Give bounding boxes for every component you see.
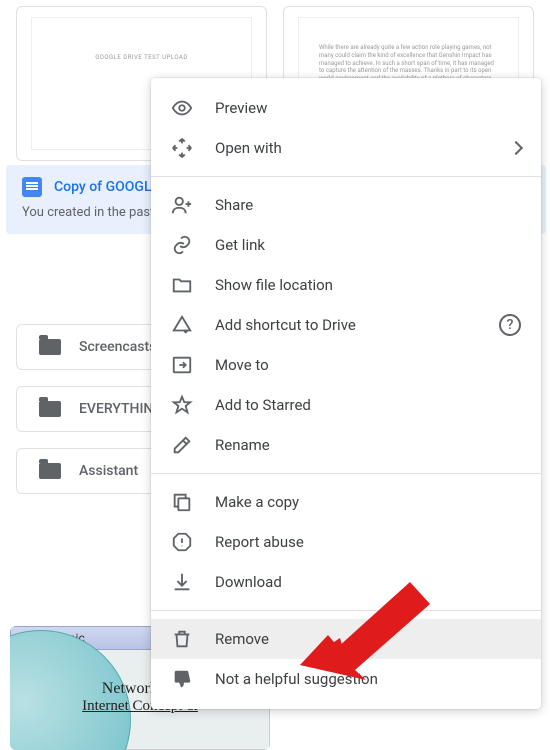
menu-item-label: Add to Starred xyxy=(215,396,521,414)
menu-item-label: Not a helpful suggestion xyxy=(215,670,521,688)
menu-separator xyxy=(151,610,541,611)
menu-item-label: Make a copy xyxy=(215,493,521,511)
context-menu: Preview Open with Share Get link Show fi… xyxy=(151,78,541,709)
menu-item-label: Open with xyxy=(215,139,489,157)
folder-icon xyxy=(39,463,61,479)
drive-shortcut-icon xyxy=(171,314,193,336)
menu-item-label: Rename xyxy=(215,436,521,454)
menu-item-preview[interactable]: Preview xyxy=(151,88,541,128)
chevron-right-icon xyxy=(509,141,523,155)
menu-separator xyxy=(151,473,541,474)
menu-item-not-helpful[interactable]: Not a helpful suggestion xyxy=(151,659,541,699)
menu-item-report-abuse[interactable]: Report abuse xyxy=(151,522,541,562)
thumb-down-icon xyxy=(171,668,193,690)
download-icon xyxy=(171,571,193,593)
menu-item-remove[interactable]: Remove xyxy=(151,619,541,659)
menu-item-label: Report abuse xyxy=(215,533,521,551)
menu-item-label: Remove xyxy=(215,630,521,648)
folder-icon xyxy=(39,401,61,417)
folder-name: Assistant xyxy=(79,463,138,479)
menu-item-get-link[interactable]: Get link xyxy=(151,225,541,265)
menu-item-rename[interactable]: Rename xyxy=(151,425,541,465)
menu-item-label: Download xyxy=(215,573,521,591)
star-icon xyxy=(171,394,193,416)
menu-item-download[interactable]: Download xyxy=(151,562,541,602)
menu-separator xyxy=(151,176,541,177)
link-icon xyxy=(171,234,193,256)
menu-item-share[interactable]: Share xyxy=(151,185,541,225)
move-to-icon xyxy=(171,354,193,376)
menu-item-label: Share xyxy=(215,196,521,214)
menu-item-label: Show file location xyxy=(215,276,521,294)
menu-item-label: Move to xyxy=(215,356,521,374)
menu-item-make-copy[interactable]: Make a copy xyxy=(151,482,541,522)
docs-icon xyxy=(22,177,42,197)
report-icon xyxy=(171,531,193,553)
menu-item-label: Get link xyxy=(215,236,521,254)
menu-item-open-with[interactable]: Open with xyxy=(151,128,541,168)
menu-item-show-location[interactable]: Show file location xyxy=(151,265,541,305)
pencil-icon xyxy=(171,434,193,456)
copy-icon xyxy=(171,491,193,513)
folder-icon xyxy=(39,339,61,355)
menu-item-label: Preview xyxy=(215,99,521,117)
menu-item-add-shortcut[interactable]: Add shortcut to Drive ? xyxy=(151,305,541,345)
trash-icon xyxy=(171,628,193,650)
help-icon[interactable]: ? xyxy=(499,314,521,336)
menu-item-move-to[interactable]: Move to xyxy=(151,345,541,385)
person-add-icon xyxy=(171,194,193,216)
eye-icon xyxy=(171,97,193,119)
menu-item-label: Add shortcut to Drive xyxy=(215,316,477,334)
open-with-icon xyxy=(171,137,193,159)
folder-name: Screencasts xyxy=(79,339,156,355)
menu-item-add-starred[interactable]: Add to Starred xyxy=(151,385,541,425)
folder-outline-icon xyxy=(171,274,193,296)
